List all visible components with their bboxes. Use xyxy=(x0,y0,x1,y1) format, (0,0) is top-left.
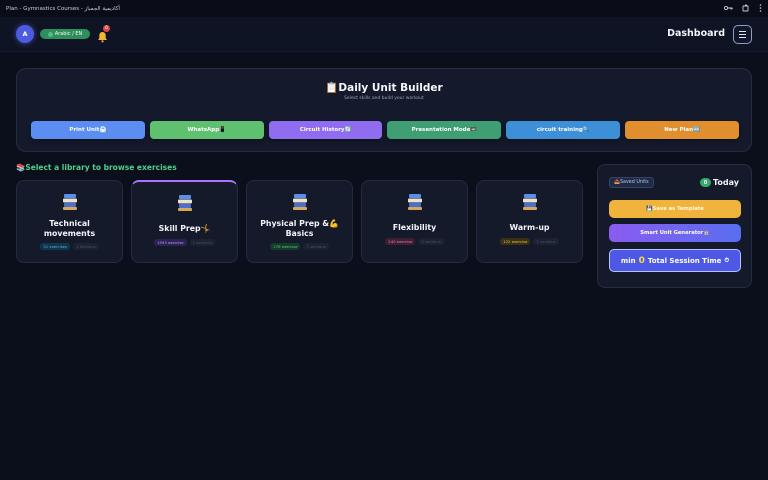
notification-badge: 0 xyxy=(103,25,110,32)
exercise-count-badge: 122 exercise xyxy=(500,238,531,245)
library-card-warm-up[interactable]: Warm-up 122 exercise 7 sections xyxy=(476,180,583,263)
circuit-history-button[interactable]: Circuit History🔄 xyxy=(268,121,383,139)
sections-count-badge: 7 sections xyxy=(303,243,329,250)
exercise-count-badge: 240 exercise xyxy=(385,238,416,245)
window-controls xyxy=(723,3,762,14)
card-title: Physical Prep &💪 Basics xyxy=(260,219,339,238)
hamburger-icon xyxy=(739,31,746,33)
builder-subtitle: Select skills and build your workout xyxy=(344,96,424,101)
sections-count-badge: 7 sections xyxy=(533,238,559,245)
save-as-template-button[interactable]: 💾Save as Template xyxy=(609,200,741,218)
library-card-skill-prep[interactable]: Skill Prep🤸 1993 exercise 1 sections xyxy=(131,180,238,263)
sections-count-badge: 1 Sections xyxy=(72,243,99,250)
session-sidebar: 📥Saved Units 0 Today 💾Save as Template S… xyxy=(597,164,752,288)
more-vert-icon[interactable] xyxy=(759,3,762,14)
builder-actions: Print Unit🖨 WhatsApp📱 Circuit History🔄 P… xyxy=(31,121,739,139)
smart-unit-generator-button[interactable]: Smart Unit Generator🤖 xyxy=(609,224,741,242)
today-counter: 0 Today xyxy=(700,178,739,187)
circuit-training-button[interactable]: circuit training🔍 xyxy=(506,121,621,139)
today-count-badge: 0 xyxy=(700,178,712,187)
session-label: Total Session Time xyxy=(647,256,722,265)
sections-count-badge: 1 sections xyxy=(189,239,215,246)
avatar[interactable]: A xyxy=(16,25,34,43)
card-tags: 31 exercises 1 Sections xyxy=(17,243,122,250)
avatar-letter: A xyxy=(22,30,28,38)
new-plan-button[interactable]: New Plan🆕 xyxy=(625,121,739,139)
extension-icon[interactable] xyxy=(742,4,750,14)
card-title: Warm-up xyxy=(509,223,550,232)
window-title: Plan - Gymnastics Courses - أكاديمية الج… xyxy=(6,5,120,12)
language-label: Arabic / EN xyxy=(54,31,83,37)
exercise-count-badge: 31 exercises xyxy=(40,243,70,250)
smart-unit-generator-label: Smart Unit Generator🤖 xyxy=(640,230,710,236)
circuit-training-label: circuit training🔍 xyxy=(536,127,590,133)
library-heading: 📚Select a library to browse exercises xyxy=(16,163,177,172)
books-icon xyxy=(292,194,307,210)
exercise-count-badge: 276 exercise xyxy=(270,243,301,250)
language-toggle[interactable]: Arabic / EN xyxy=(40,29,90,39)
books-icon xyxy=(522,194,537,210)
books-icon xyxy=(62,194,77,210)
stopwatch-icon: ⏱ xyxy=(724,256,730,264)
builder-title: 📋Daily Unit Builder xyxy=(325,82,443,94)
globe-icon xyxy=(47,31,53,37)
whatsapp-button[interactable]: WhatsApp📱 xyxy=(149,121,264,139)
library-card-physical-prep[interactable]: Physical Prep &💪 Basics 276 exercise 7 s… xyxy=(246,180,353,263)
saved-units-button[interactable]: 📥Saved Units xyxy=(609,177,654,188)
save-as-template-label: 💾Save as Template xyxy=(646,206,704,212)
presentation-mode-label: Presentation Mode📼 xyxy=(411,127,478,133)
whatsapp-label: WhatsApp📱 xyxy=(187,127,227,133)
page-title: Dashboard xyxy=(667,28,725,39)
session-minutes: 0 xyxy=(638,255,645,266)
menu-button[interactable] xyxy=(733,25,752,44)
app-header: A Arabic / EN 0 Dashboard xyxy=(0,17,768,52)
exercise-count-badge: 1993 exercise xyxy=(154,239,187,246)
daily-unit-builder-panel: 📋Daily Unit Builder Select skills and bu… xyxy=(16,68,752,152)
library-card-flexibility[interactable]: Flexibility 240 exercise 4 sections xyxy=(361,180,468,263)
books-icon xyxy=(177,195,192,211)
card-tags: 276 exercise 7 sections xyxy=(247,243,352,250)
card-tags: 122 exercise 7 sections xyxy=(477,238,582,245)
card-tags: 1993 exercise 1 sections xyxy=(132,239,237,246)
key-icon[interactable] xyxy=(723,5,733,13)
library-card-technical[interactable]: Technical movements 31 exercises 1 Secti… xyxy=(16,180,123,263)
print-unit-button[interactable]: Print Unit🖨 xyxy=(31,121,145,139)
new-plan-label: New Plan🆕 xyxy=(664,127,700,133)
notifications-button[interactable]: 0 xyxy=(97,25,110,43)
window-titlebar: Plan - Gymnastics Courses - أكاديمية الج… xyxy=(0,0,768,17)
circuit-history-label: Circuit History🔄 xyxy=(299,127,352,133)
sections-count-badge: 4 sections xyxy=(418,238,444,245)
card-tags: 240 exercise 4 sections xyxy=(362,238,467,245)
session-unit: min xyxy=(620,256,636,265)
card-title: Flexibility xyxy=(392,223,437,232)
print-unit-label: Print Unit🖨 xyxy=(69,127,107,133)
presentation-mode-button[interactable]: Presentation Mode📼 xyxy=(387,121,502,139)
card-title: Technical movements xyxy=(43,219,96,238)
books-icon xyxy=(407,194,422,210)
today-label: Today xyxy=(713,178,739,187)
bell-icon xyxy=(98,32,107,43)
card-title: Skill Prep🤸 xyxy=(158,224,211,233)
total-session-time: min 0 Total Session Time ⏱ xyxy=(609,249,741,272)
